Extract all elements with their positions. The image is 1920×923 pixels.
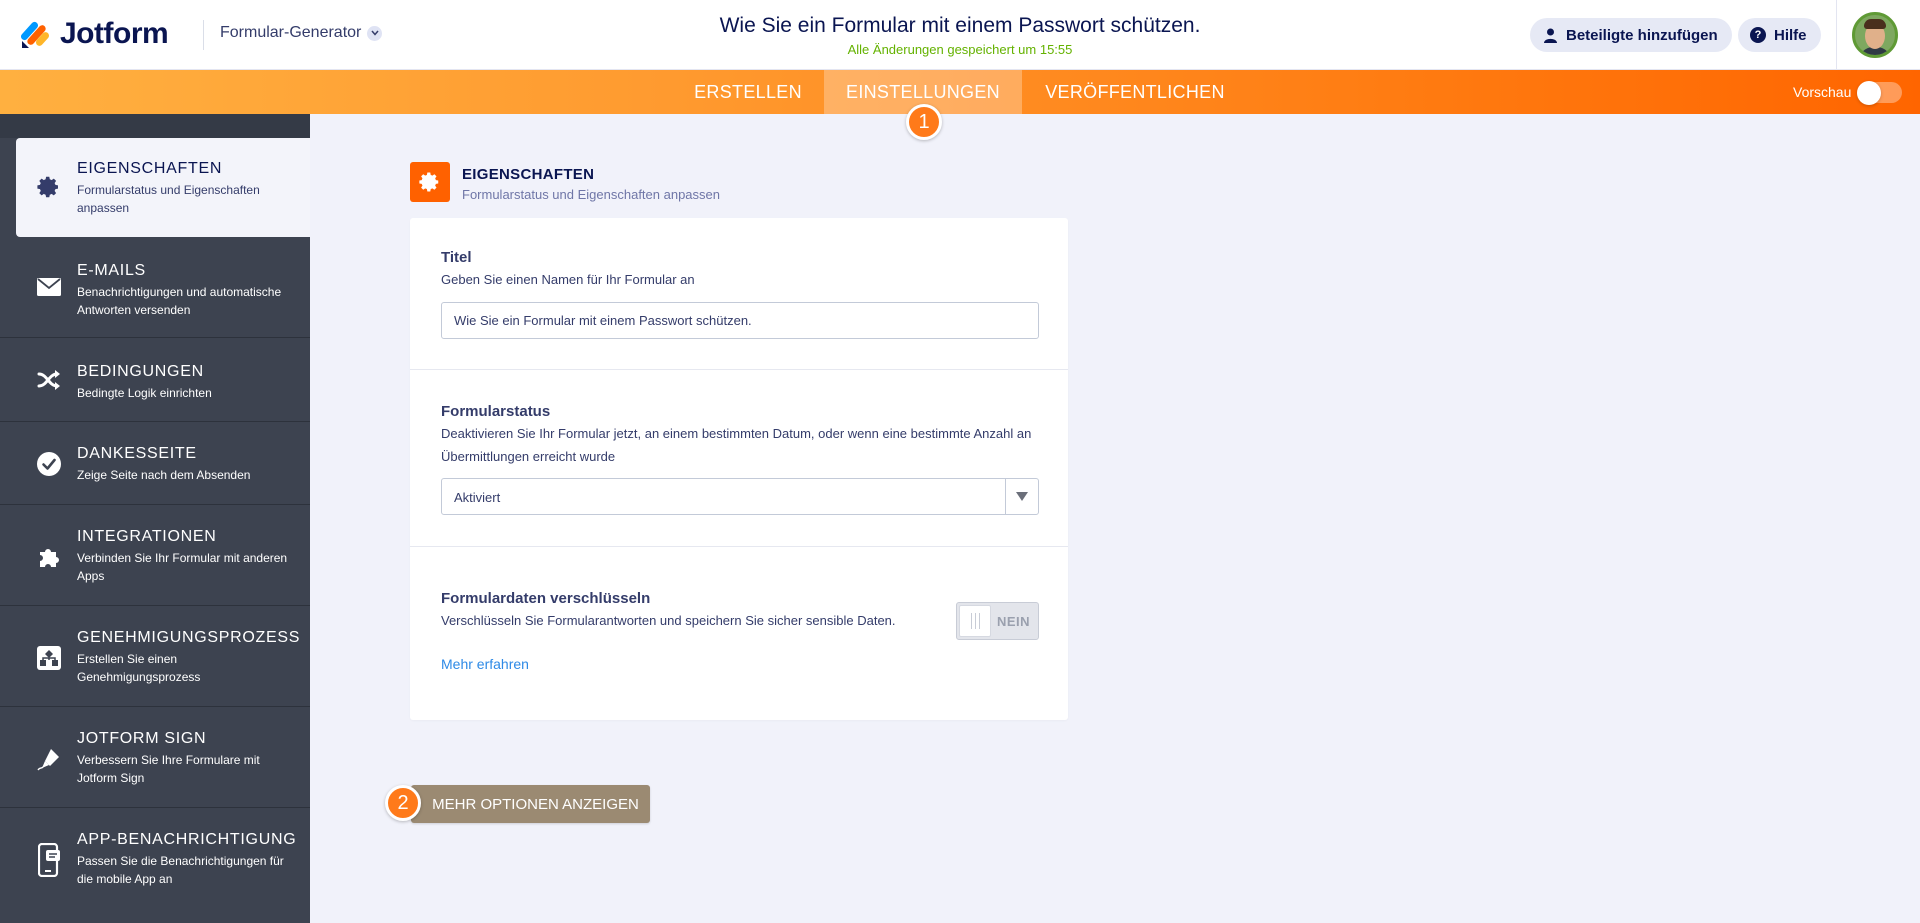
help-icon: ? xyxy=(1750,27,1766,43)
status-field-label: Formularstatus xyxy=(441,403,551,420)
preview-label: Vorschau xyxy=(1793,84,1852,100)
avatar[interactable] xyxy=(1852,12,1898,58)
panel-subtitle: Formularstatus und Eigenschaften anpasse… xyxy=(462,187,720,202)
avatar-hair xyxy=(1864,19,1886,29)
title-field-label: Titel xyxy=(441,249,472,266)
builder-nav: ERSTELLEN EINSTELLUNGEN VERÖFFENTLICHEN … xyxy=(0,70,1920,114)
sidebar-top-strip xyxy=(0,114,310,138)
sidebar-item-thankyou[interactable]: DANKESSEITE Zeige Seite nach dem Absende… xyxy=(0,423,310,505)
sidebar-item-desc: Bedingte Logik einrichten xyxy=(77,386,212,400)
preview-toggle-knob xyxy=(1857,81,1881,105)
sidebar-item-integrations[interactable]: INTEGRATIONEN Verbinden Sie Ihr Formular… xyxy=(0,506,310,606)
tab-publish[interactable]: VERÖFFENTLICHEN xyxy=(1030,70,1240,114)
dropdown-arrow-icon xyxy=(1005,479,1038,514)
preview-toggle[interactable] xyxy=(1857,81,1902,105)
sidebar-item-title: DANKESSEITE xyxy=(77,445,197,462)
show-more-options-button[interactable]: MEHR OPTIONEN ANZEIGEN xyxy=(411,785,650,823)
form-status-select[interactable]: Aktiviert xyxy=(441,478,1039,515)
form-title-input[interactable] xyxy=(441,302,1039,339)
sidebar-item-title: E-MAILS xyxy=(77,262,146,279)
sidebar-item-desc: Formularstatus und Eigenschaften anpasse… xyxy=(77,183,260,215)
status-field-desc: Deaktivieren Sie Ihr Formular jetzt, an … xyxy=(441,426,1032,464)
form-status-value: Aktiviert xyxy=(454,490,501,505)
sidebar-item-properties[interactable]: EIGENSCHAFTEN Formularstatus und Eigensc… xyxy=(16,138,310,237)
title-section: Titel Geben Sie einen Namen für Ihr Form… xyxy=(410,218,1068,370)
encrypt-field-label: Formulardaten verschlüsseln xyxy=(441,590,651,607)
user-icon xyxy=(1542,27,1558,43)
app-header: Jotform Formular-Generator Wie Sie ein F… xyxy=(0,0,1920,70)
help-button[interactable]: ? Hilfe xyxy=(1738,18,1821,52)
sidebar-item-title: EIGENSCHAFTEN xyxy=(77,160,223,177)
sidebar-item-approvals[interactable]: GENEHMIGUNGSPROZESS Erstellen Sie einen … xyxy=(0,607,310,707)
mobile-icon xyxy=(36,843,62,877)
learn-more-link[interactable]: Mehr erfahren xyxy=(441,656,529,672)
panel-title: EIGENSCHAFTEN xyxy=(462,166,595,183)
puzzle-icon xyxy=(36,544,62,570)
sidebar-item-desc: Benachrichtigungen und automatische Antw… xyxy=(77,285,282,317)
step-badge-1: 1 xyxy=(906,104,942,140)
sidebar-item-title: JOTFORM SIGN xyxy=(77,730,207,747)
sidebar-item-title: APP-BENACHRICHTIGUNG xyxy=(77,831,297,848)
sidebar-item-desc: Passen Sie die Benachrichtigungen für di… xyxy=(77,854,284,886)
sidebar-item-jotform-sign[interactable]: JOTFORM SIGN Verbessern Sie Ihre Formula… xyxy=(0,708,310,808)
sidebar-item-desc: Verbessern Sie Ihre Formulare mit Jotfor… xyxy=(77,753,260,785)
step-badge-2: 2 xyxy=(385,785,421,821)
encrypt-section: Formulardaten verschlüsseln Verschlüssel… xyxy=(410,547,1068,720)
sidebar-item-desc: Zeige Seite nach dem Absenden xyxy=(77,468,251,482)
title-field-desc: Geben Sie einen Namen für Ihr Formular a… xyxy=(441,272,695,287)
sidebar-item-conditions[interactable]: BEDINGUNGEN Bedingte Logik einrichten xyxy=(0,339,310,422)
encrypt-toggle[interactable]: NEIN xyxy=(956,602,1039,640)
encrypt-field-desc: Verschlüsseln Sie Formularantworten und … xyxy=(441,613,896,628)
sidebar-item-emails[interactable]: E-MAILS Benachrichtigungen und automatis… xyxy=(0,238,310,338)
sidebar-item-title: BEDINGUNGEN xyxy=(77,363,204,380)
encrypt-toggle-thumb xyxy=(959,605,991,637)
shuffle-icon xyxy=(36,367,62,393)
tab-build[interactable]: ERSTELLEN xyxy=(682,70,814,114)
settings-sidebar: EIGENSCHAFTEN Formularstatus und Eigensc… xyxy=(0,114,310,923)
status-section: Formularstatus Deaktivieren Sie Ihr Form… xyxy=(410,370,1068,547)
sidebar-item-title: GENEHMIGUNGSPROZESS xyxy=(77,629,301,646)
properties-card: Titel Geben Sie einen Namen für Ihr Form… xyxy=(410,218,1068,720)
check-circle-icon xyxy=(36,451,62,477)
invite-label: Beteiligte hinzufügen xyxy=(1566,26,1718,44)
help-label: Hilfe xyxy=(1774,26,1807,44)
invite-button[interactable]: Beteiligte hinzufügen xyxy=(1530,18,1732,52)
workflow-icon xyxy=(36,645,62,671)
gear-icon xyxy=(36,174,62,200)
header-divider-right xyxy=(1836,0,1837,70)
sidebar-item-title: INTEGRATIONEN xyxy=(77,528,217,545)
encrypt-toggle-label: NEIN xyxy=(997,614,1031,629)
sidebar-item-desc: Verbinden Sie Ihr Formular mit anderen A… xyxy=(77,551,288,583)
sidebar-item-app-notifications[interactable]: APP-BENACHRICHTIGUNG Passen Sie die Bena… xyxy=(0,809,310,923)
properties-panel-icon xyxy=(410,162,450,202)
pen-icon xyxy=(36,746,62,772)
sidebar-item-desc: Erstellen Sie einen Genehmigungsprozess xyxy=(77,652,201,684)
envelope-icon xyxy=(36,274,62,300)
